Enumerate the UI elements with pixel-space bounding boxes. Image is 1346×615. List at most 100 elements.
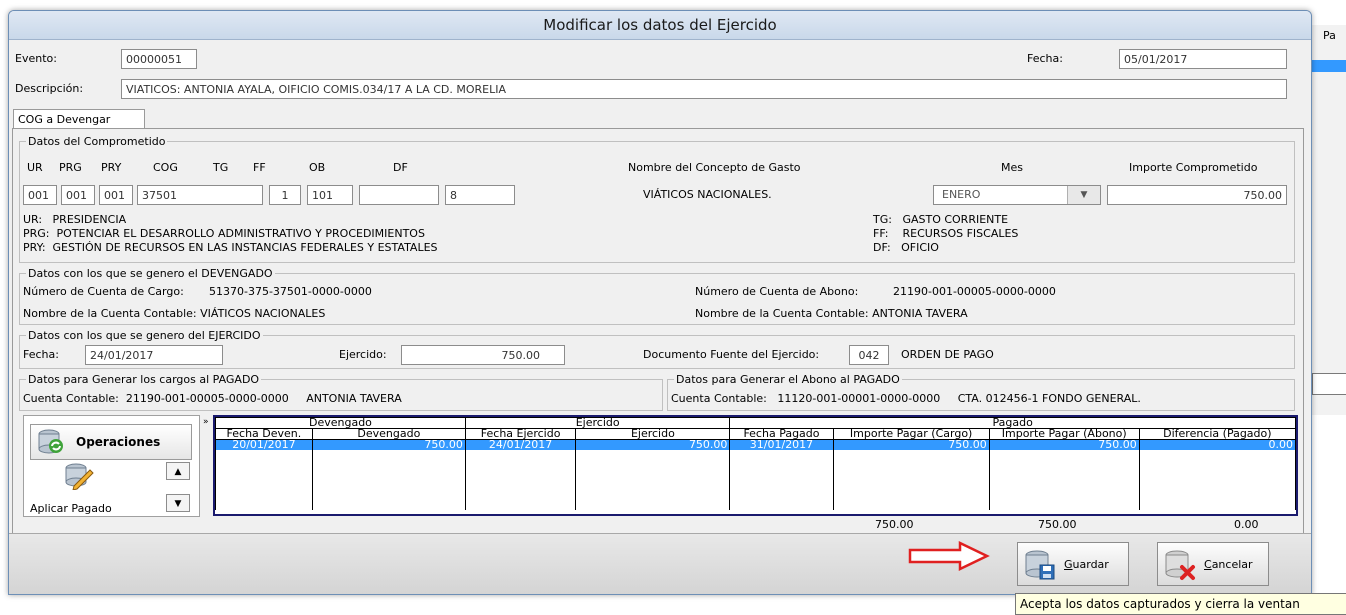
dialog-title: Modificar los datos del Ejercido <box>9 11 1311 40</box>
column-header-fecha-ejercido[interactable]: Fecha Ejercido <box>464 428 577 440</box>
ur-description: UR: PRESIDENCIA <box>23 213 127 226</box>
pry-field[interactable]: 001 <box>99 185 133 205</box>
mes-select[interactable]: ENERO ▼ <box>933 185 1101 205</box>
guardar-label-text: uardar <box>1072 558 1109 571</box>
ur-field[interactable]: 001 <box>23 185 57 205</box>
button-bar: Guardar Cancelar <box>9 533 1311 594</box>
tooltip: Acepta los datos capturados y cierra la … <box>1015 593 1346 615</box>
importe-header: Importe Comprometido <box>1129 161 1258 174</box>
ob-header: OB <box>309 161 326 174</box>
table-row[interactable]: 20/01/2017 750.00 24/01/2017 750.00 31/0… <box>215 439 1296 450</box>
tab-cog-a-devengar[interactable]: COG a Devengar <box>13 109 145 129</box>
abono-label: Número de Cuenta de Abono: <box>695 285 859 298</box>
guardar-label-mnemonic: G <box>1064 558 1073 571</box>
df-header: DF <box>393 161 408 174</box>
cell-fecha-ejercido: 24/01/2017 <box>464 439 577 450</box>
mes-header: Mes <box>1001 161 1023 174</box>
cancel-database-icon <box>1165 550 1195 580</box>
ejercido-field[interactable]: 750.00 <box>401 345 565 365</box>
column-header-fecha-deven[interactable]: Fecha Deven. <box>215 428 313 440</box>
ff-description: FF: RECURSOS FISCALES <box>873 227 1019 240</box>
cargo-nombre: Nombre de la Cuenta Contable: VIÁTICOS N… <box>23 307 326 320</box>
evento-field[interactable]: 00000051 <box>121 49 197 69</box>
pagado-abono-legend: Datos para Generar el Abono al PAGADO <box>676 373 900 386</box>
prg-description: PRG: POTENCIAR EL DESARROLLO ADMINISTRAT… <box>23 227 425 240</box>
tg-field[interactable]: 1 <box>269 185 301 205</box>
pagado-cargos-legend: Datos para Generar los cargos al PAGADO <box>28 373 260 386</box>
group-header-pagado: Pagado <box>729 417 1296 429</box>
column-header-importe-cargo[interactable]: Importe Pagar (Cargo) <box>832 428 990 440</box>
collapse-toggle[interactable]: » <box>203 417 209 427</box>
comprometido-legend: Datos del Comprometido <box>28 135 166 148</box>
guardar-button[interactable]: Guardar <box>1017 542 1129 586</box>
fecha-field[interactable]: 05/01/2017 <box>1119 49 1287 69</box>
cargo-value: 51370-375-37501-0000-0000 <box>209 285 372 298</box>
arrow-right-icon <box>908 541 990 571</box>
ejercido-fecha-label: Fecha: <box>23 348 59 361</box>
column-header-devengado[interactable]: Devengado <box>311 428 466 440</box>
documento-field[interactable]: 042 <box>849 345 889 365</box>
save-database-icon <box>1025 550 1055 580</box>
descripcion-field[interactable]: VIATICOS: ANTONIA AYALA, OIFICIO COMIS.0… <box>121 79 1287 99</box>
cell-importe-cargo: 750.00 <box>832 439 990 450</box>
cell-fecha-pagado: 31/01/2017 <box>729 439 834 450</box>
aplicar-pagado-button[interactable]: Aplicar Pagado <box>30 502 112 515</box>
prg-field[interactable]: 001 <box>61 185 95 205</box>
cog-header: COG <box>153 161 178 174</box>
ejercido-legend: Datos con los que se genero del EJERCIDO <box>28 329 261 342</box>
ejercido-fecha-field[interactable]: 24/01/2017 <box>85 345 223 365</box>
concepto-header: Nombre del Concepto de Gasto <box>628 161 801 174</box>
total-diferencia: 0.00 <box>1234 518 1259 531</box>
fecha-label: Fecha: <box>1027 52 1063 65</box>
importe-field[interactable]: 750.00 <box>1107 185 1287 205</box>
tg-description: TG: GASTO CORRIENTE <box>873 213 1009 226</box>
cargo-label: Número de Cuenta de Cargo: <box>23 285 184 298</box>
total-abono: 750.00 <box>1038 518 1077 531</box>
cell-devengado: 750.00 <box>311 439 466 450</box>
tg-header: TG <box>213 161 229 174</box>
background-selected-row <box>1311 60 1346 72</box>
documento-label: Documento Fuente del Ejercido: <box>643 348 820 361</box>
pry-description: PRY: GESTIÓN DE RECURSOS EN LAS INSTANCI… <box>23 241 438 254</box>
database-refresh-icon <box>38 429 63 454</box>
pagos-grid: Devengado Ejercido Pagado Fecha Deven. D… <box>213 415 1298 516</box>
cancelar-label: Cancelar <box>1204 558 1253 571</box>
pagado-cargos-text: Cuenta Contable: 21190-001-00005-0000-00… <box>23 392 402 405</box>
ob-field[interactable] <box>359 185 439 205</box>
ff-field[interactable]: 101 <box>307 185 353 205</box>
column-header-importe-abono[interactable]: Importe Pagar (Abono) <box>988 428 1140 440</box>
scroll-up-arrow[interactable]: ▲ <box>166 462 190 480</box>
cog-field[interactable]: 37501 <box>137 185 263 205</box>
guardar-label: Guardar <box>1064 558 1109 571</box>
column-header-fecha-pagado[interactable]: Fecha Pagado <box>729 428 834 440</box>
empty-row <box>215 450 1296 510</box>
operaciones-label: Operaciones <box>76 435 161 449</box>
background-grid: Pa <box>1310 25 1346 415</box>
operaciones-panel: Operaciones Aplicar Pagado ▲ ▼ <box>23 415 200 517</box>
abono-nombre: Nombre de la Cuenta Contable: ANTONIA TA… <box>695 307 968 320</box>
operaciones-button[interactable]: Operaciones <box>30 424 192 460</box>
df-field[interactable]: 8 <box>445 185 515 205</box>
cancelar-button[interactable]: Cancelar <box>1157 542 1269 586</box>
ur-header: UR <box>27 161 43 174</box>
cell-diferencia: 0.00 <box>1138 439 1296 450</box>
ff-header: FF <box>253 161 266 174</box>
abono-value: 21190-001-00005-0000-0000 <box>893 285 1056 298</box>
cell-importe-abono: 750.00 <box>988 439 1140 450</box>
total-cargo: 750.00 <box>875 518 914 531</box>
group-header-ejercido: Ejercido <box>464 417 731 429</box>
cancelar-label-text: ancelar <box>1211 558 1253 571</box>
df-description: DF: OFICIO <box>873 241 939 254</box>
mes-value: ENERO <box>942 188 981 201</box>
devengado-legend: Datos con los que se genero el DEVENGADO <box>28 267 273 280</box>
concepto-value: VIÁTICOS NACIONALES. <box>643 188 772 201</box>
background-input <box>1312 373 1346 395</box>
documento-text: ORDEN DE PAGO <box>901 348 994 361</box>
column-header-diferencia[interactable]: Diferencia (Pagado) <box>1138 428 1296 440</box>
chevron-down-icon[interactable]: ▼ <box>1067 186 1100 204</box>
prg-header: PRG <box>59 161 82 174</box>
background-column-header: Pa <box>1323 29 1336 42</box>
scroll-down-arrow[interactable]: ▼ <box>166 494 190 512</box>
column-header-ejercido[interactable]: Ejercido <box>575 428 731 440</box>
evento-label: Evento: <box>15 52 57 65</box>
